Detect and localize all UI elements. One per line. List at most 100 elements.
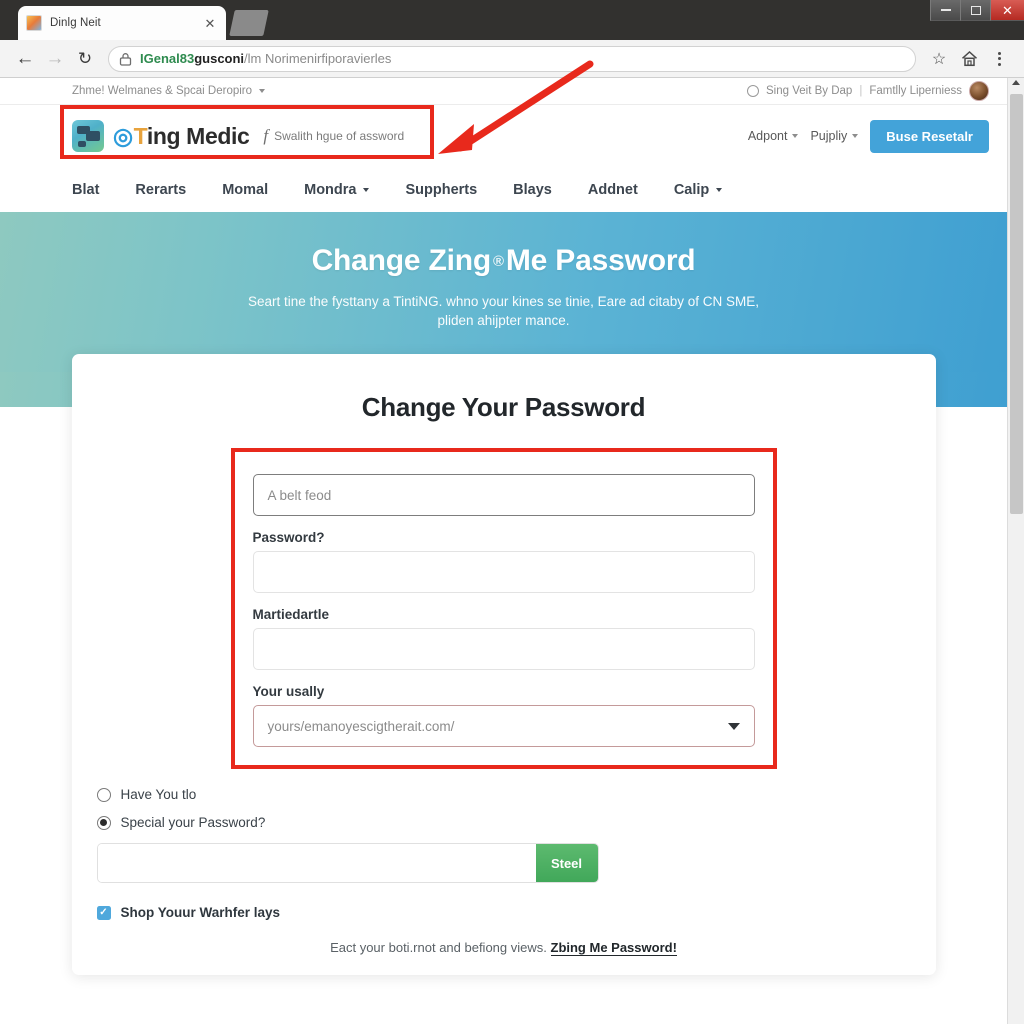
footnote-link[interactable]: Zbing Me Password!: [550, 940, 677, 956]
field-select: Your usally yours/emanoyescigtherait.com…: [252, 684, 755, 747]
field-password: Password?: [252, 530, 755, 593]
home-icon[interactable]: [954, 44, 984, 74]
reload-icon[interactable]: ↻: [70, 44, 100, 74]
field-current-password: A belt feod: [252, 474, 755, 516]
chevron-down-icon: [716, 187, 723, 192]
header-link-adpont[interactable]: Adpont: [748, 129, 799, 143]
close-window-button[interactable]: ✕: [990, 0, 1024, 21]
card-heading: Change Your Password: [361, 392, 646, 422]
domain-select-value: yours/emanoyescigtherait.com/: [267, 718, 455, 734]
card-footnote: Eact your boti.rnot and befiong views. Z…: [72, 940, 936, 956]
nav-item-blays-label: Blays: [513, 181, 552, 198]
header-link-pujpliy-label: Pujpliy: [810, 129, 848, 143]
browser-tab[interactable]: Dinlg Neit ✕: [18, 6, 226, 40]
chevron-down-icon: [852, 134, 859, 138]
page-scrollbar[interactable]: [1007, 78, 1024, 1024]
back-icon[interactable]: ←: [10, 44, 40, 74]
site-header: ◎Ting Medic f Swalith hgue of assword Ad…: [0, 105, 1007, 167]
scroll-up-icon[interactable]: [1012, 80, 1020, 85]
main-navigation: Blat Rerarts Momal Mondra Suppherts Blay…: [0, 167, 1007, 212]
highlighted-form-fields: A belt feod Password? Martiedartle Your …: [230, 448, 777, 769]
nav-item-rerarts[interactable]: Rerarts: [135, 182, 186, 198]
utility-separator: |: [859, 85, 863, 97]
chevron-down-icon: [363, 187, 370, 192]
logo-t-letter: T: [133, 122, 148, 149]
site-tagline: f Swalith hgue of assword: [263, 126, 404, 146]
favicon-icon: [26, 15, 42, 31]
radio-option-special[interactable]: Special your Password?: [96, 815, 936, 830]
remember-checkbox-row[interactable]: ✓ Shop Youur Warhfer lays: [96, 905, 936, 920]
url-path-part: /lm Norimenirfiporavierles: [244, 51, 392, 66]
tagline-text: Swalith hgue of assword: [274, 129, 405, 143]
nav-item-suppherts-label: Suppherts: [405, 181, 478, 198]
radio-option-have-you-label: Have You tlo: [120, 787, 197, 802]
script-f-icon: f: [263, 126, 269, 145]
close-tab-icon[interactable]: ✕: [202, 17, 218, 30]
radio-option-special-label: Special your Password?: [120, 815, 266, 830]
nav-item-rerarts-label: Rerarts: [135, 181, 187, 198]
marked-input[interactable]: [252, 628, 755, 670]
tab-title: Dinlg Neit: [50, 17, 101, 29]
nav-item-mondra-label: Mondra: [304, 181, 357, 198]
minimize-button[interactable]: [930, 0, 960, 21]
url-text: IGenal83gusconi/lm Norimenirfiporavierle…: [140, 51, 391, 66]
logo-rest: ing Medic: [146, 122, 250, 149]
domain-select[interactable]: yours/emanoyescigtherait.com/: [252, 705, 755, 747]
address-bar[interactable]: IGenal83gusconi/lm Norimenirfiporavierle…: [108, 45, 916, 72]
nav-item-calip[interactable]: Calip: [673, 181, 723, 198]
steel-submit-button[interactable]: Steel: [535, 844, 598, 882]
maximize-button[interactable]: [960, 0, 990, 21]
utility-right-label-1[interactable]: Sing Veit By Dap: [766, 85, 852, 97]
radio-selected-icon: [96, 815, 111, 830]
nav-item-blat-label: Blat: [72, 181, 100, 198]
select-label: Your usally: [252, 684, 325, 699]
password-input[interactable]: [252, 551, 755, 593]
utility-right-label-2[interactable]: Famtlly Liperniess: [869, 85, 962, 97]
hero-title-part2: Me Password: [505, 244, 696, 277]
logo-at-glyph: ◎: [113, 122, 133, 149]
nav-item-blays[interactable]: Blays: [513, 182, 552, 198]
nav-item-momal[interactable]: Momal: [222, 182, 268, 198]
user-circle-icon: [747, 85, 760, 97]
marked-label: Martiedartle: [252, 607, 330, 622]
radio-option-have-you[interactable]: Have You tlo: [96, 787, 936, 802]
cta-button[interactable]: Buse Resetalr: [870, 119, 989, 153]
nav-item-calip-label: Calip: [673, 181, 710, 198]
hero-banner: Change Zing ® Me Password Seart tine the f…: [0, 212, 1007, 372]
nav-item-addnet[interactable]: Addnet: [588, 182, 638, 198]
hero-title-part1: Change Zing: [311, 244, 492, 277]
registered-mark-icon: ®: [493, 252, 504, 270]
inline-text-input[interactable]: [97, 844, 536, 882]
tab-strip: Dinlg Neit ✕ ✕: [0, 0, 1024, 40]
site-logo-text[interactable]: ◎Ting Medic: [113, 122, 250, 150]
url-secure-part: IGenal83: [140, 51, 195, 66]
lock-icon: [119, 52, 132, 66]
new-tab-button[interactable]: [229, 10, 269, 36]
browser-window: Dinlg Neit ✕ ✕ ← → ↻ IGenal83gusconi/lm …: [0, 0, 1024, 1024]
browser-menu-icon[interactable]: [984, 44, 1014, 74]
radio-group: Have You tlo Special your Password?: [96, 787, 936, 830]
chevron-down-icon: [792, 134, 799, 138]
utility-left-menu[interactable]: Zhme! Welmanes & Spcai Deropiro: [72, 85, 266, 97]
avatar[interactable]: [969, 81, 989, 101]
url-host-part: gusconi: [194, 51, 245, 66]
window-controls: ✕: [930, 0, 1024, 22]
page-viewport: Zhme! Welmanes & Spcai Deropiro Sing Vei…: [0, 78, 1007, 1024]
nav-item-mondra[interactable]: Mondra: [304, 181, 370, 198]
header-link-adpont-label: Adpont: [747, 129, 788, 143]
radio-icon: [96, 787, 111, 802]
nav-item-suppherts[interactable]: Suppherts: [405, 182, 477, 198]
password-label: Password?: [252, 530, 325, 545]
current-password-input[interactable]: A belt feod: [252, 474, 755, 516]
scrollbar-thumb[interactable]: [1010, 94, 1023, 514]
nav-item-blat[interactable]: Blat: [72, 182, 99, 198]
utility-left-label: Zhme! Welmanes & Spcai Deropiro: [72, 85, 253, 97]
field-marked: Martiedartle: [252, 607, 755, 670]
site-logo-icon[interactable]: [72, 120, 104, 152]
utility-bar: Zhme! Welmanes & Spcai Deropiro Sing Vei…: [0, 78, 1007, 105]
password-card: Change Your Password A belt feod Passwor…: [71, 354, 936, 975]
header-link-pujpliy[interactable]: Pujpliy: [810, 129, 859, 143]
utility-right-group: Sing Veit By Dap | Famtlly Liperniess: [747, 81, 989, 101]
bookmark-star-icon[interactable]: ☆: [924, 44, 954, 74]
forward-icon[interactable]: →: [40, 44, 70, 74]
